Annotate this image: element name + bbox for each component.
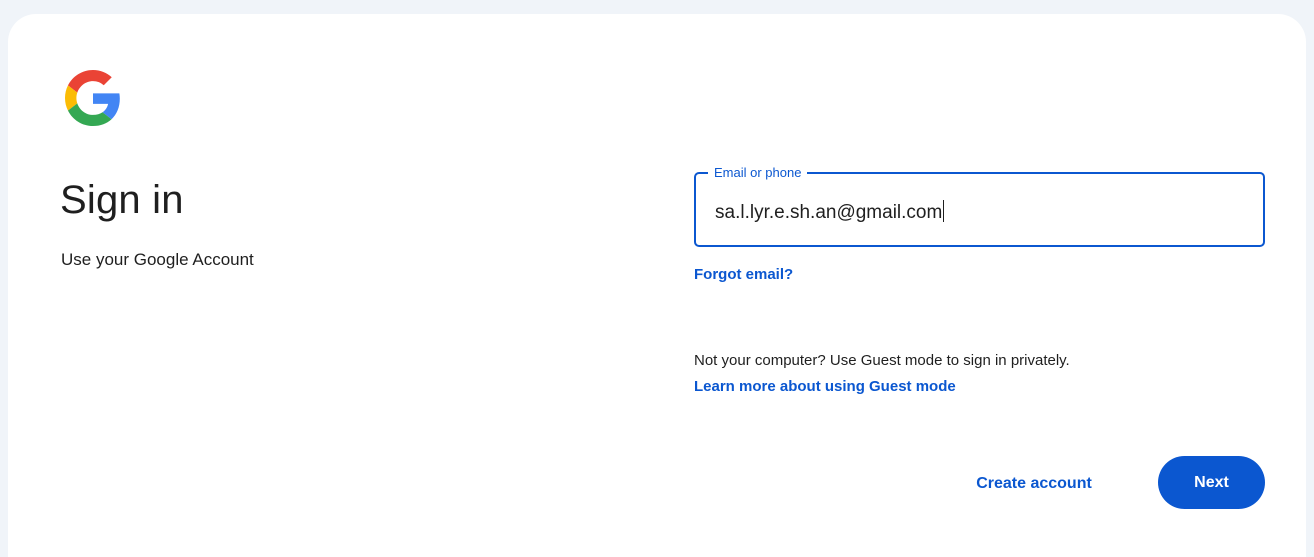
email-input[interactable]: sa.l.lyr.e.sh.an@gmail.com	[715, 200, 945, 225]
guest-mode-text: Not your computer? Use Guest mode to sig…	[694, 352, 1070, 369]
email-input-value: sa.l.lyr.e.sh.an@gmail.com	[715, 202, 943, 223]
email-field[interactable]: Email or phone sa.l.lyr.e.sh.an@gmail.co…	[694, 164, 1265, 247]
email-field-label: Email or phone	[708, 164, 808, 182]
forgot-email-link[interactable]: Forgot email?	[694, 264, 793, 286]
text-caret	[943, 200, 945, 222]
google-g-logo-icon	[65, 70, 121, 126]
create-account-button[interactable]: Create account	[953, 464, 1115, 504]
page-title: Sign in	[60, 178, 184, 222]
learn-guest-mode-link[interactable]: Learn more about using Guest mode	[694, 376, 956, 398]
page-subtitle: Use your Google Account	[61, 250, 254, 269]
next-button[interactable]: Next	[1158, 456, 1265, 509]
sign-in-card: Sign in Use your Google Account Email or…	[8, 14, 1306, 557]
